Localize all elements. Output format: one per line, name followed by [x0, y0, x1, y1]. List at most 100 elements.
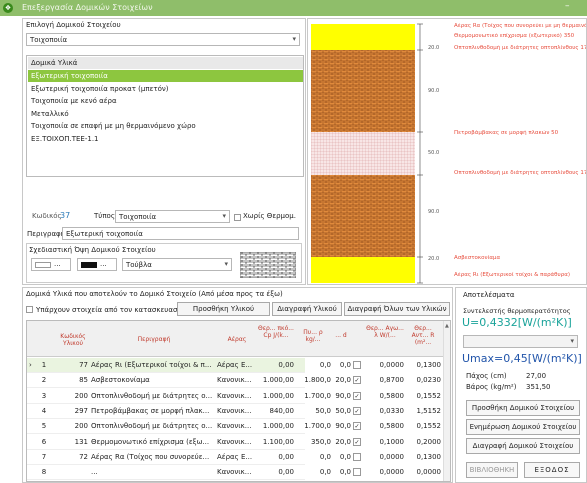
- table-cell[interactable]: 200: [58, 391, 88, 402]
- manufacturer-checkbox[interactable]: [26, 306, 33, 313]
- table-cell[interactable]: 1,5152: [405, 406, 442, 417]
- table-cell[interactable]: 0,8700: [366, 375, 405, 386]
- table-cell[interactable]: 1.100,00: [258, 437, 294, 448]
- table-cell[interactable]: 1: [39, 360, 49, 371]
- delete-material-button[interactable]: Διαγραφή Υλικού: [272, 302, 342, 316]
- table-cell[interactable]: 20,0: [331, 375, 351, 386]
- table-cell[interactable]: 0,0000: [366, 467, 405, 478]
- table-cell[interactable]: Αέρας Ε...: [217, 452, 257, 463]
- material-list-item[interactable]: Εξωτερική τοιχοποιία προκατ (μπετόν): [28, 83, 303, 95]
- row-selector[interactable]: [29, 406, 37, 417]
- table-scrollbar[interactable]: ▲: [443, 321, 450, 481]
- table-row[interactable]: 3 200 Οπτοπλινθοδομή με διάτρητες ο... Κανο…: [27, 389, 441, 404]
- table-cell[interactable]: Κανονικ...: [217, 467, 257, 478]
- color2-select[interactable]: ...: [77, 258, 117, 271]
- table-cell[interactable]: ✓: [353, 406, 361, 415]
- table-cell[interactable]: 0,0000: [405, 467, 442, 478]
- add-material-button[interactable]: Προσθήκη Υλικού: [177, 302, 270, 316]
- table-cell[interactable]: 0,00: [258, 360, 294, 371]
- table-cell[interactable]: ...: [91, 467, 217, 478]
- table-cell[interactable]: Αέρας Ε...: [217, 360, 257, 371]
- exit-button[interactable]: ΕΞΟΔΟΣ: [524, 462, 580, 478]
- type-select[interactable]: Τοιχοποιία ▾: [115, 210, 230, 223]
- table-cell[interactable]: 85: [58, 375, 88, 386]
- table-cell[interactable]: 0,0: [295, 452, 331, 463]
- table-cell[interactable]: 1.800,0: [295, 375, 331, 386]
- table-cell[interactable]: 0,00: [258, 452, 294, 463]
- table-cell[interactable]: 0,0000: [366, 360, 405, 371]
- table-row[interactable]: 6 131 Θερμομονωτικό επίχρισμα (εξω... Κανον…: [27, 435, 441, 450]
- row-selector[interactable]: [29, 437, 37, 448]
- table-cell[interactable]: Θερμομονωτικό επίχρισμα (εξω...: [91, 437, 217, 448]
- material-list-item[interactable]: Τοιχοποιία σε επαφή με μη θερμαινόμενο χ…: [28, 120, 303, 132]
- table-cell[interactable]: [58, 467, 88, 478]
- row-selector[interactable]: ›: [29, 360, 37, 371]
- table-cell[interactable]: 7: [39, 452, 49, 463]
- table-cell[interactable]: ✓: [353, 422, 361, 431]
- table-cell[interactable]: 350,0: [295, 437, 331, 448]
- table-cell[interactable]: 0,1552: [405, 391, 442, 402]
- table-cell[interactable]: 0,0: [331, 360, 351, 371]
- table-cell[interactable]: Κανονικ...: [217, 391, 257, 402]
- table-cell[interactable]: 0,1300: [405, 452, 442, 463]
- table-cell[interactable]: Αέρας Rι (Εξωτερικοί τοίχοι & π...: [91, 360, 217, 371]
- table-cell[interactable]: 4: [39, 406, 49, 417]
- table-row[interactable]: › 1 77 Αέρας Rι (Εξωτερικοί τοίχοι & π... Αέ…: [27, 358, 441, 373]
- table-cell[interactable]: 840,00: [258, 406, 295, 417]
- table-cell[interactable]: ✓: [353, 376, 361, 385]
- table-cell[interactable]: 1.000,00: [258, 391, 294, 402]
- table-row[interactable]: 4 297 Πετροβάμβακας σε μορφή πλακ... Κανονι…: [27, 404, 441, 419]
- table-row[interactable]: 5 200 Οπτοπλινθοδομή με διάτρητες ο... Κανο…: [27, 419, 441, 435]
- table-cell[interactable]: 0,0: [295, 360, 331, 371]
- table-cell[interactable]: 20,0: [331, 437, 351, 448]
- description-input[interactable]: Εξωτερική τοιχοποιία: [62, 227, 299, 240]
- table-cell[interactable]: 6: [39, 437, 49, 448]
- table-cell[interactable]: Αέρας Rα (Τοίχος που συνορεύε...: [91, 452, 217, 463]
- table-cell[interactable]: 0,5800: [366, 421, 405, 432]
- table-cell[interactable]: 0,1300: [405, 360, 442, 371]
- table-cell[interactable]: Κανονικ...: [217, 375, 257, 386]
- table-row[interactable]: 7 72 Αέρας Rα (Τοίχος που συνορεύε... Αέρας…: [27, 450, 441, 465]
- table-cell[interactable]: Οπτοπλινθοδομή με διάτρητες ο...: [91, 421, 217, 432]
- library-button[interactable]: ΒΙΒΛΙΟΘΗΚΗ: [466, 462, 518, 478]
- table-cell[interactable]: 5: [39, 421, 49, 432]
- table-cell[interactable]: [353, 361, 361, 369]
- table-cell[interactable]: [353, 452, 361, 461]
- table-cell[interactable]: Κανονικ...: [217, 437, 257, 448]
- table-cell[interactable]: 0,0: [331, 467, 351, 478]
- row-selector[interactable]: [29, 421, 37, 432]
- table-cell[interactable]: ✓: [353, 391, 361, 400]
- table-cell[interactable]: 2: [39, 375, 49, 386]
- table-cell[interactable]: ✓: [353, 437, 361, 446]
- table-cell[interactable]: 1.700,0: [295, 421, 331, 432]
- table-cell[interactable]: 3: [39, 391, 49, 402]
- add-element-button[interactable]: Προσθήκη Δομικού Στοιχείου: [466, 400, 580, 416]
- update-element-button[interactable]: Ενημέρωση Δομικού Στοιχείου: [466, 419, 580, 435]
- color1-select[interactable]: ...: [31, 258, 71, 271]
- table-cell[interactable]: [353, 468, 361, 477]
- table-cell[interactable]: 297: [58, 406, 88, 417]
- table-cell[interactable]: 77: [58, 360, 88, 371]
- pattern-select[interactable]: Τούβλα ▾: [122, 258, 232, 271]
- table-cell[interactable]: Κανονικ...: [217, 406, 257, 417]
- table-cell[interactable]: 1.700,0: [295, 391, 331, 402]
- table-cell[interactable]: 0,0: [331, 452, 351, 463]
- table-cell[interactable]: 0,1552: [405, 421, 442, 432]
- table-cell[interactable]: 0,1000: [366, 437, 405, 448]
- table-cell[interactable]: 1.000,00: [258, 421, 294, 432]
- table-cell[interactable]: 0,0000: [366, 452, 405, 463]
- table-cell[interactable]: 200: [58, 421, 88, 432]
- table-cell[interactable]: 8: [39, 467, 49, 478]
- table-cell[interactable]: 131: [58, 437, 88, 448]
- row-selector[interactable]: [29, 391, 37, 402]
- material-list-item[interactable]: Τοιχοποιία με κενό αέρα: [28, 95, 303, 107]
- delete-all-materials-button[interactable]: Διαγραφή Όλων των Υλικών: [344, 302, 450, 316]
- table-cell[interactable]: 0,0230: [405, 375, 442, 386]
- table-cell[interactable]: 0,00: [258, 467, 294, 478]
- element-select[interactable]: Τοιχοποιία ▾: [26, 33, 300, 46]
- table-cell[interactable]: 50,0: [331, 406, 351, 417]
- delete-element-button[interactable]: Διαγραφή Δομικού Στοιχείου: [466, 438, 580, 454]
- scroll-up-icon[interactable]: ▲: [445, 323, 449, 329]
- material-list-item[interactable]: Μεταλλικό: [28, 108, 303, 120]
- table-row[interactable]: 2 85 Ασβεστοκονίαμα Κανονικ... 1.000,00 1.800…: [27, 373, 441, 389]
